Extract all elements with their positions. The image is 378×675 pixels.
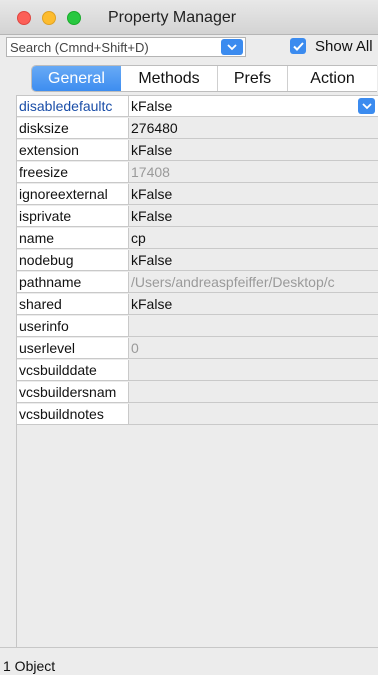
- property-value[interactable]: 0: [129, 338, 378, 358]
- property-row-nodebug[interactable]: nodebug kFalse: [17, 250, 378, 271]
- close-window-button[interactable]: [17, 11, 31, 25]
- show-all-checkbox[interactable]: [290, 38, 306, 54]
- property-name: vcsbuildnotes: [17, 404, 129, 424]
- checkmark-icon: [292, 41, 304, 51]
- property-row-pathname[interactable]: pathname /Users/andreaspfeiffer/Desktop/…: [17, 272, 378, 293]
- property-row-extension[interactable]: extension kFalse: [17, 140, 378, 161]
- tab-general[interactable]: General: [32, 66, 121, 91]
- property-row-freesize[interactable]: freesize 17408: [17, 162, 378, 183]
- tab-methods[interactable]: Methods: [121, 66, 218, 91]
- property-value-field[interactable]: kFalse: [129, 96, 378, 116]
- minimize-window-button[interactable]: [42, 11, 56, 25]
- property-row-vcsbuilddate[interactable]: vcsbuilddate: [17, 360, 378, 381]
- property-name: name: [17, 228, 129, 248]
- property-row-disabledefaultc[interactable]: disabledefaultc kFalse: [17, 96, 378, 117]
- property-name: disabledefaultc: [17, 96, 129, 116]
- window-title: Property Manager: [108, 9, 237, 26]
- property-value[interactable]: cp: [129, 228, 378, 248]
- property-name: vcsbuildersnam: [17, 382, 129, 402]
- zoom-window-button[interactable]: [67, 11, 81, 25]
- property-manager-window: Property Manager Show All General Method…: [0, 0, 378, 675]
- property-name: ignoreexternal: [17, 184, 129, 204]
- search-dropdown-button[interactable]: [221, 39, 243, 55]
- property-value: /Users/andreaspfeiffer/Desktop/c: [131, 274, 335, 290]
- property-value[interactable]: kFalse: [129, 184, 378, 204]
- search-input[interactable]: [7, 38, 215, 56]
- property-name: disksize: [17, 118, 129, 138]
- property-value: 17408: [131, 164, 170, 180]
- property-row-userinfo[interactable]: userinfo: [17, 316, 378, 337]
- chevron-down-icon: [361, 102, 372, 109]
- property-value[interactable]: [129, 316, 378, 336]
- property-value[interactable]: kFalse: [129, 250, 378, 270]
- status-bar: 1 Object: [0, 647, 378, 675]
- tab-bar: General Methods Prefs Action: [31, 65, 377, 92]
- property-row-disksize[interactable]: disksize 276480: [17, 118, 378, 139]
- property-name: userinfo: [17, 316, 129, 336]
- property-name: userlevel: [17, 338, 129, 358]
- property-row-ignoreexternal[interactable]: ignoreexternal kFalse: [17, 184, 378, 205]
- property-name: pathname: [17, 272, 129, 292]
- search-box[interactable]: [6, 37, 246, 57]
- property-value[interactable]: kFalse: [129, 140, 378, 160]
- property-table: disabledefaultc kFalse disksize 276480 e…: [16, 95, 378, 648]
- chevron-down-icon: [227, 43, 237, 50]
- property-row-isprivate[interactable]: isprivate kFalse: [17, 206, 378, 227]
- property-row-vcsbuildersnam[interactable]: vcsbuildersnam: [17, 382, 378, 403]
- property-row-vcsbuildnotes[interactable]: vcsbuildnotes: [17, 404, 378, 425]
- property-value[interactable]: [129, 382, 378, 402]
- property-name: isprivate: [17, 206, 129, 226]
- property-value[interactable]: kFalse: [129, 206, 378, 226]
- object-count: 1 Object: [3, 658, 56, 674]
- property-name: freesize: [17, 162, 129, 182]
- title-bar: Property Manager: [0, 0, 378, 35]
- property-value[interactable]: [129, 360, 378, 380]
- property-row-shared[interactable]: shared kFalse: [17, 294, 378, 315]
- show-all-label[interactable]: Show All: [315, 38, 373, 55]
- tab-prefs[interactable]: Prefs: [218, 66, 288, 91]
- property-row-name[interactable]: name cp: [17, 228, 378, 249]
- property-row-userlevel[interactable]: userlevel 0: [17, 338, 378, 359]
- property-name: shared: [17, 294, 129, 314]
- property-value: kFalse: [131, 98, 173, 114]
- property-name: extension: [17, 140, 129, 160]
- value-dropdown-button[interactable]: [358, 98, 375, 114]
- property-value[interactable]: 276480: [129, 118, 378, 138]
- property-name: nodebug: [17, 250, 129, 270]
- tab-action[interactable]: Action: [288, 66, 377, 91]
- property-name: vcsbuilddate: [17, 360, 129, 380]
- property-value[interactable]: kFalse: [129, 294, 378, 314]
- property-value[interactable]: [129, 404, 378, 424]
